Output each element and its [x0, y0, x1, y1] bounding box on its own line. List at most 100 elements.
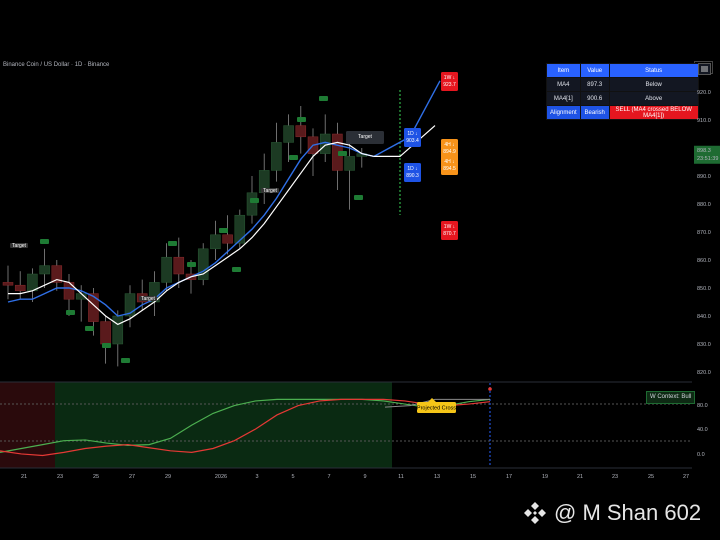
candle-body	[258, 170, 270, 194]
osc-axis-label: 80.0	[697, 403, 708, 409]
date-axis-label: 25	[93, 474, 99, 480]
projection-tag-value: 894.9	[443, 149, 456, 155]
projection-tag-value: 903.4	[406, 138, 419, 144]
date-axis-label: 19	[542, 474, 548, 480]
date-axis-label: 7	[327, 474, 330, 480]
signal-marker	[354, 195, 363, 200]
osc-green-line	[0, 398, 491, 453]
candle-body	[222, 234, 233, 244]
cell-status: SELL (MA4 crossed BELOW MA4[1])	[608, 105, 699, 120]
date-axis-label: 25	[648, 474, 654, 480]
candle-body	[112, 315, 124, 345]
cell-status: Above	[608, 91, 699, 106]
candle-body	[161, 256, 172, 283]
cell-item: MA4[1]	[546, 91, 581, 106]
status-row-alignment: Alignment Bearish SELL (MA4 crossed BELO…	[546, 105, 699, 120]
candle-body	[185, 273, 197, 280]
date-axis-label: 23	[57, 474, 63, 480]
price-axis-label: 860.0	[697, 258, 711, 264]
signal-marker	[250, 198, 259, 203]
candle-body	[2, 282, 14, 286]
price-axis-label: 820.0	[697, 370, 711, 376]
candle-body	[136, 293, 148, 303]
projection-tag-value: 923.7	[443, 82, 456, 88]
cell-value: 900.6	[579, 91, 610, 106]
candle-body	[319, 133, 331, 154]
signal-marker	[289, 155, 298, 160]
signal-marker	[219, 228, 228, 233]
projected-cross-pointer	[428, 398, 436, 402]
cell-status: Below	[608, 77, 699, 92]
projection-tag	[441, 139, 458, 158]
candle-body	[149, 282, 160, 303]
projection-tag-label: 4H ↓	[444, 159, 454, 165]
candle-body	[332, 133, 343, 171]
candle-body	[124, 293, 136, 317]
price-axis-label: 840.0	[697, 314, 711, 320]
projection-tag-value: 870.7	[443, 231, 456, 237]
header-item: Item	[546, 63, 581, 78]
candle-body	[210, 234, 221, 250]
osc-axis-label: 40.0	[697, 427, 708, 433]
signal-marker	[121, 358, 130, 363]
candle-body	[356, 153, 368, 157]
signal-marker	[187, 262, 196, 267]
target-marker	[261, 188, 279, 193]
cell-item: MA4	[546, 77, 581, 92]
projection-tag-label: 1W ↓	[444, 224, 455, 230]
date-axis-label: 17	[506, 474, 512, 480]
target-box	[346, 131, 384, 144]
date-axis-label: 2026	[215, 474, 227, 480]
projection-tag-label: 4H ↓	[444, 142, 454, 148]
date-axis-label: 3	[255, 474, 258, 480]
target-box-label: Target	[358, 134, 373, 140]
candle-body	[14, 284, 26, 292]
candle-body	[27, 273, 38, 292]
projection-tag	[441, 72, 458, 91]
signal-marker	[168, 241, 177, 246]
candle-body	[234, 214, 246, 244]
cell-value: 897.3	[579, 77, 610, 92]
cell-value: Bearish	[579, 105, 610, 120]
date-axis-label: 15	[470, 474, 476, 480]
price-axis-label: 900.0	[697, 146, 711, 152]
signal-marker	[297, 117, 306, 122]
osc-zone-red	[0, 382, 55, 468]
menu-icon[interactable]	[698, 63, 711, 75]
candle-body	[283, 125, 294, 143]
projection-tag-value: 890.3	[406, 173, 419, 179]
signal-marker	[66, 310, 75, 315]
date-axis-label: 11	[398, 474, 404, 480]
osc-red-line	[0, 398, 491, 457]
price-axis-label: 880.0	[697, 202, 711, 208]
osc-end-dot	[488, 387, 492, 391]
price-axis-label: 850.0	[697, 286, 711, 292]
candle-body	[295, 125, 307, 138]
date-axis-label: 9	[363, 474, 366, 480]
symbol-title: Binance Coin / US Dollar · 1D · Binance	[3, 62, 110, 68]
target-label: Target	[141, 296, 156, 302]
status-table: Item Value Status MA4 897.3 Below MA4[1]…	[546, 63, 699, 120]
candle-body	[63, 282, 75, 300]
date-axis-label: 23	[612, 474, 618, 480]
header-value: Value	[579, 63, 610, 78]
target-marker	[10, 243, 28, 248]
current-price-badge	[694, 145, 720, 164]
signal-marker	[338, 151, 347, 156]
candle-body	[75, 293, 87, 300]
candle-body	[88, 293, 99, 322]
projected-cross-badge	[417, 402, 456, 413]
price-axis-label: 870.0	[697, 230, 711, 236]
signal-marker	[232, 267, 241, 272]
date-axis-label: 21	[577, 474, 583, 480]
date-axis-label: 29	[165, 474, 171, 480]
date-axis-label: 21	[21, 474, 27, 480]
projection-white	[374, 125, 436, 157]
binance-logo-icon	[524, 502, 546, 524]
signal-marker	[40, 239, 49, 244]
watermark-text: @ M Shan 602	[554, 500, 702, 525]
chart-window: Binance Coin / US Dollar · 1D · Binance …	[0, 0, 720, 540]
date-axis-label: 27	[129, 474, 135, 480]
projected-cross-label: Projected Cross	[417, 406, 456, 412]
status-table-header: Item Value Status	[546, 63, 699, 78]
